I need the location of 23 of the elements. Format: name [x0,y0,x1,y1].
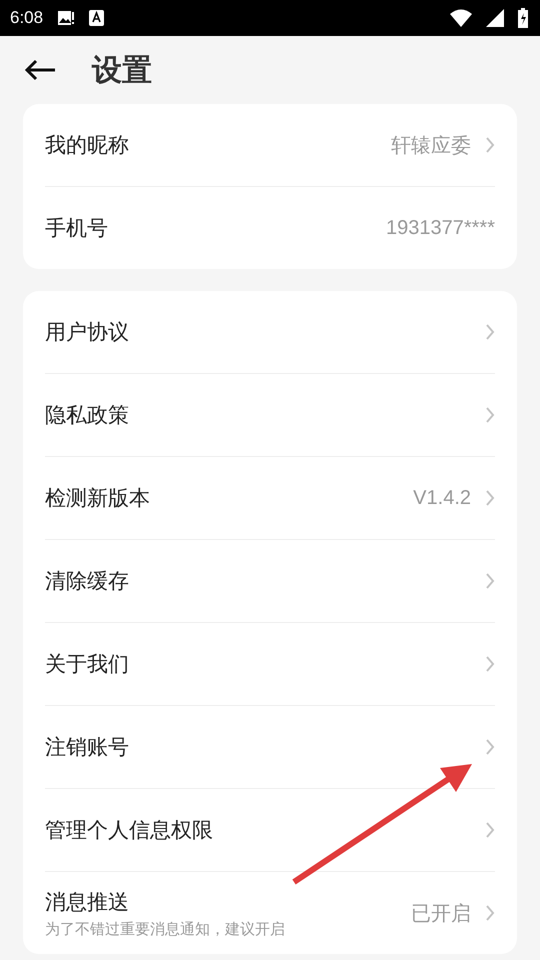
image-icon [57,10,76,26]
setting-label[interactable]: 手机号 [45,214,386,242]
battery-icon [518,8,528,28]
setting-label[interactable]: 管理个人信息权限 [45,816,471,844]
setting-hint: 为了不错过重要消息通知，建议开启 [45,920,286,938]
setting-label[interactable]: 关于我们 [45,650,471,678]
wifi-icon [450,9,472,27]
setting-value: V1.4.2 [413,486,471,510]
setting-label[interactable]: 消息推送 [45,888,411,916]
status-time: 6:08 [10,8,44,28]
setting-label[interactable]: 我的昵称 [45,131,391,159]
setting-label[interactable]: 注销账号 [45,733,471,761]
setting-value: 1931377**** [386,216,495,240]
signal-icon [486,9,504,27]
setting-value: 轩辕应委 [391,134,471,158]
font-icon [89,10,104,26]
setting-label[interactable]: 隐私政策 [45,401,471,429]
page-title: 设置 [92,52,152,90]
back-icon[interactable] [24,59,56,81]
setting-value: 已开启 [411,902,471,926]
setting-label[interactable]: 清除缓存 [45,567,471,595]
setting-label[interactable]: 用户协议 [45,318,471,346]
setting-label[interactable]: 检测新版本 [45,484,414,512]
